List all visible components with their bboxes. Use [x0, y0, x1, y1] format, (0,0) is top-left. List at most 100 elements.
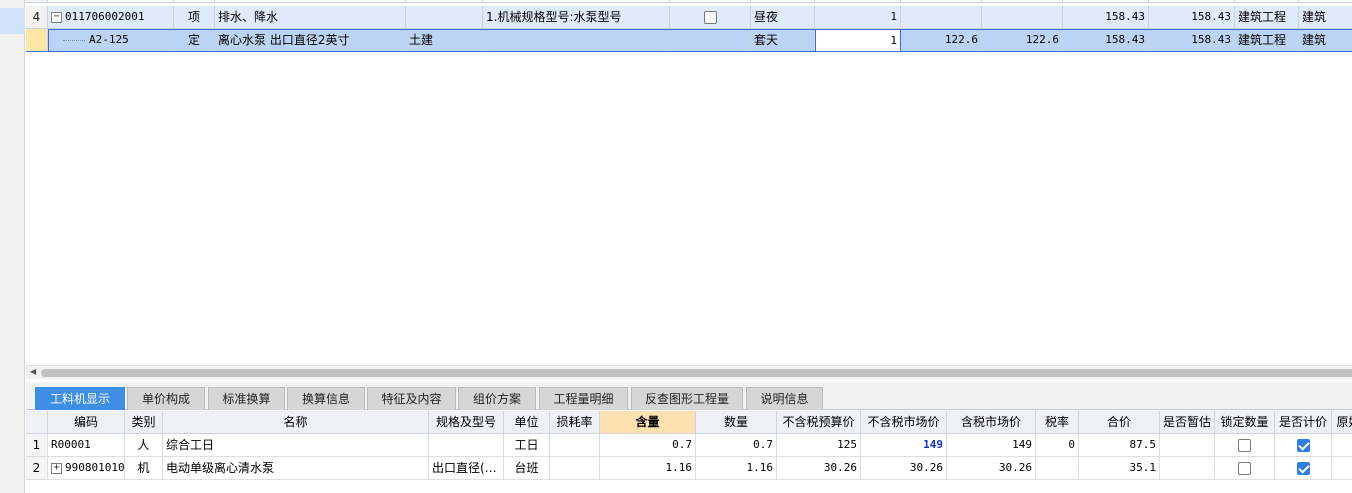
header-lock-qty[interactable]: 锁定数量	[1215, 411, 1275, 434]
header-content[interactable]: 含量	[600, 411, 696, 434]
cell-spec[interactable]	[429, 434, 504, 457]
header-orig[interactable]: 原始	[1332, 411, 1352, 434]
cell-total[interactable]: 87.5	[1079, 434, 1160, 457]
header-spec[interactable]: 规格及型号	[429, 411, 504, 434]
cell-category[interactable]: 人	[125, 434, 163, 457]
cell-price2[interactable]: 158.43	[1149, 6, 1235, 29]
cell-quantity[interactable]: 0.7	[696, 434, 777, 457]
tab-conversion-info[interactable]: 换算信息	[287, 387, 365, 410]
cell-discipline[interactable]	[1235, 0, 1299, 3]
cell-price2[interactable]	[1149, 0, 1235, 3]
cell-loss-rate[interactable]	[550, 457, 600, 480]
cell-tax-rate[interactable]	[1036, 457, 1079, 480]
cell-name[interactable]: 电动单级离心清水泵	[163, 457, 429, 480]
cell-extra[interactable]: 建筑	[1299, 29, 1352, 52]
cell-code[interactable]: A2-125	[48, 29, 174, 52]
cell-feature[interactable]	[483, 29, 670, 52]
cell-tax-rate[interactable]: 0	[1036, 434, 1079, 457]
cell-provisional[interactable]	[1160, 457, 1215, 480]
cell-c11[interactable]	[901, 6, 982, 29]
cell-unit[interactable]: 昼夜	[751, 6, 815, 29]
cell-c12[interactable]	[982, 0, 1063, 3]
count-price-checkbox[interactable]	[1296, 462, 1310, 475]
cell-c11[interactable]: 122.6	[901, 29, 982, 52]
table-row-selected[interactable]: A2-125 定 离心水泵 出口直径2英寸 土建 套天 1 122.6 122.…	[26, 29, 1352, 52]
cell-count-price[interactable]	[1275, 434, 1332, 457]
cell-market-inc-tax[interactable]: 149	[947, 434, 1036, 457]
cell-discipline[interactable]: 建筑工程	[1235, 6, 1299, 29]
tab-quantity-detail[interactable]: 工程量明细	[539, 387, 628, 410]
cell-price1[interactable]: 158.43	[1063, 29, 1149, 52]
cell-spec[interactable]: 出口直径(…	[429, 457, 504, 480]
table-row[interactable]: 1 R00001 人 综合工日 工日 0.7 0.7 125 149 149 0…	[26, 434, 1352, 457]
tab-reverse-graphic-quantity[interactable]: 反查图形工程量	[631, 387, 743, 410]
cell-name[interactable]: 排水、降水	[215, 6, 406, 29]
cell-name[interactable]: 离心水泵 出口直径2英寸	[215, 29, 406, 52]
header-quantity[interactable]: 数量	[696, 411, 777, 434]
header-count-price[interactable]: 是否计价	[1275, 411, 1332, 434]
cell-lock-qty[interactable]	[1215, 434, 1275, 457]
table-row[interactable]: 2 +990801010 机 电动单级离心清水泵 出口直径(… 台班 1.16 …	[26, 457, 1352, 480]
cell-spec[interactable]	[406, 6, 483, 29]
cell-provisional[interactable]	[1160, 434, 1215, 457]
cell-flag[interactable]	[670, 0, 751, 3]
cell-qty[interactable]: 1	[815, 6, 901, 29]
cell-discipline[interactable]: 建筑工程	[1235, 29, 1299, 52]
cell-name[interactable]: 综合工日	[163, 434, 429, 457]
collapse-icon[interactable]: −	[51, 11, 62, 23]
cell-flag[interactable]	[670, 29, 751, 52]
scrollbar-thumb[interactable]	[41, 369, 1352, 377]
cell-budget-ex-tax[interactable]: 125	[777, 434, 861, 457]
cell-content[interactable]: 0.7	[600, 434, 696, 457]
cell-loss-rate[interactable]	[550, 434, 600, 457]
expand-icon[interactable]: +	[51, 462, 62, 474]
header-unit[interactable]: 单位	[504, 411, 550, 434]
cell-c12[interactable]	[982, 6, 1063, 29]
cell-spec[interactable]	[406, 0, 483, 3]
cell-price1[interactable]	[1063, 0, 1149, 3]
table-row[interactable]: 4 −011706002001 项 排水、降水 1.机械规格型号:水泵型号 昼夜…	[26, 6, 1352, 29]
cell-flag[interactable]	[670, 6, 751, 29]
cell-spec[interactable]: 土建	[406, 29, 483, 52]
cell-code[interactable]	[48, 0, 174, 3]
cell-lock-qty[interactable]	[1215, 457, 1275, 480]
horizontal-scrollbar[interactable]: ◀	[26, 365, 1352, 379]
cell-feature[interactable]	[483, 0, 670, 3]
header-total[interactable]: 合价	[1079, 411, 1160, 434]
cell-c12[interactable]: 122.6	[982, 29, 1063, 52]
tab-standard-conversion[interactable]: 标准换算	[208, 387, 285, 410]
header-name[interactable]: 名称	[163, 411, 429, 434]
header-provisional[interactable]: 是否暂估	[1160, 411, 1215, 434]
cell-budget-ex-tax[interactable]: 30.26	[777, 457, 861, 480]
cell-price2[interactable]: 158.43	[1149, 29, 1235, 52]
cell-c11[interactable]	[901, 0, 982, 3]
cell-market-ex-tax[interactable]: 149	[861, 434, 947, 457]
header-tax-rate[interactable]: 税率	[1036, 411, 1079, 434]
cell-orig[interactable]	[1332, 434, 1352, 457]
count-price-checkbox[interactable]	[1296, 439, 1310, 452]
lock-qty-checkbox[interactable]	[1238, 462, 1251, 475]
header-market-ex-tax[interactable]: 不含税市场价	[861, 411, 947, 434]
lock-qty-checkbox[interactable]	[1238, 439, 1251, 452]
cell-type[interactable]: 项	[174, 6, 215, 29]
cell-quantity[interactable]: 1.16	[696, 457, 777, 480]
tab-unit-price-composition[interactable]: 单价构成	[127, 387, 205, 410]
cell-code[interactable]: −011706002001	[48, 6, 174, 29]
cell-code[interactable]: +990801010	[48, 457, 125, 480]
row-checkbox[interactable]	[703, 11, 717, 24]
tab-description[interactable]: 说明信息	[746, 387, 823, 410]
cell-type[interactable]: 定	[174, 29, 215, 52]
cell-unit[interactable]: 工日	[504, 434, 550, 457]
header-code[interactable]: 编码	[48, 411, 125, 434]
cell-extra[interactable]: 建筑	[1299, 6, 1352, 29]
cell-unit[interactable]: 套天	[751, 29, 815, 52]
cell-price1[interactable]: 158.43	[1063, 6, 1149, 29]
tab-features-content[interactable]: 特征及内容	[367, 387, 456, 410]
cell-market-inc-tax[interactable]: 30.26	[947, 457, 1036, 480]
header-category[interactable]: 类别	[125, 411, 163, 434]
cell-feature[interactable]: 1.机械规格型号:水泵型号	[483, 6, 670, 29]
qty-edit-input[interactable]: 1	[815, 29, 901, 52]
cell-extra[interactable]	[1299, 0, 1352, 3]
header-market-inc-tax[interactable]: 含税市场价	[947, 411, 1036, 434]
left-panel-selection[interactable]	[0, 8, 25, 34]
